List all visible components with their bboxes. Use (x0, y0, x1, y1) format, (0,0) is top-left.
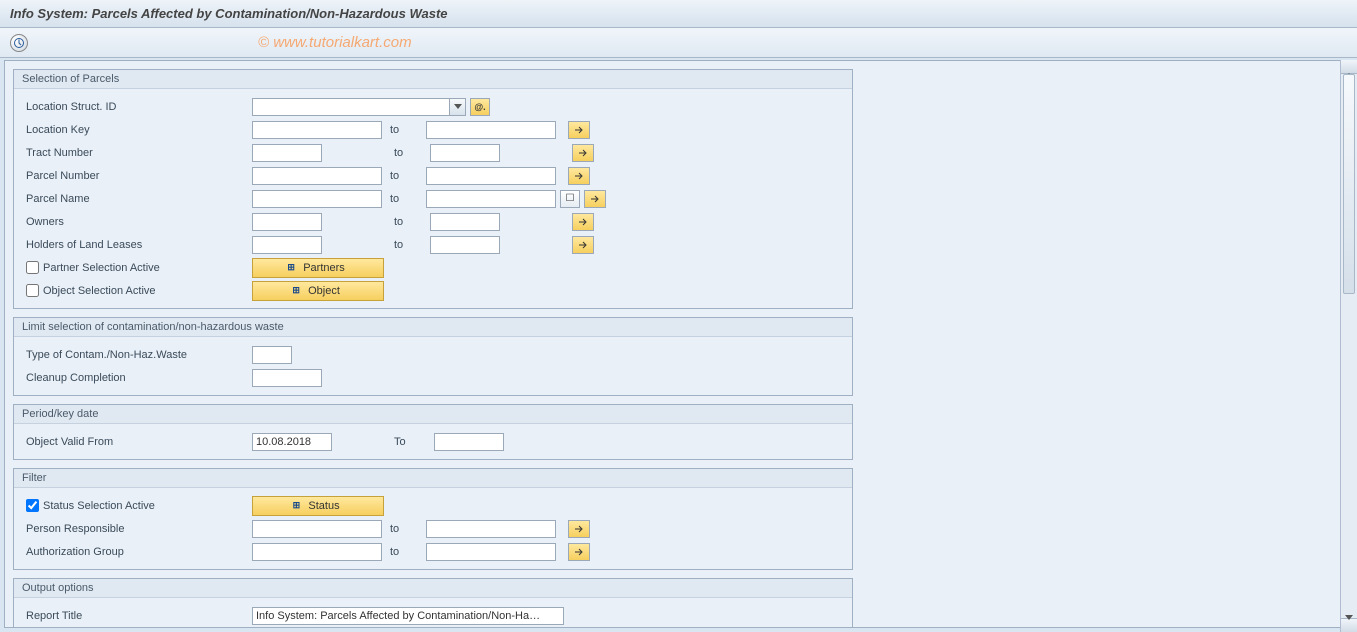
object-button-label: Object (308, 285, 340, 297)
group-title: Limit selection of contamination/non-haz… (14, 318, 852, 337)
group-title: Selection of Parcels (14, 70, 852, 89)
group-title: Filter (14, 469, 852, 488)
location-key-from[interactable] (252, 121, 382, 139)
multiple-selection-icon[interactable] (568, 520, 590, 538)
valid-from-input[interactable] (252, 433, 332, 451)
person-responsible-from[interactable] (252, 520, 382, 538)
group-title: Period/key date (14, 405, 852, 424)
group-selection-parcels: Selection of Parcels Location Struct. ID… (13, 69, 853, 309)
person-responsible-to[interactable] (426, 520, 556, 538)
multiple-selection-icon[interactable] (572, 213, 594, 231)
authorization-group-to[interactable] (426, 543, 556, 561)
authorization-group-from[interactable] (252, 543, 382, 561)
group-contamination: Limit selection of contamination/non-haz… (13, 317, 853, 396)
to-label: to (390, 239, 426, 251)
scroll-thumb[interactable] (1343, 74, 1355, 294)
valid-from-label: Object Valid From (22, 436, 252, 448)
scroll-up-icon[interactable] (1341, 60, 1357, 74)
to-label: to (386, 193, 422, 205)
tract-number-label: Tract Number (22, 147, 252, 159)
partners-button[interactable]: ⊞ Partners (252, 258, 384, 278)
multiple-selection-icon[interactable] (572, 144, 594, 162)
holders-label: Holders of Land Leases (22, 239, 252, 251)
app-toolbar: © www.tutorialkart.com (0, 28, 1357, 58)
content-scroll[interactable]: Selection of Parcels Location Struct. ID… (4, 60, 1345, 628)
watermark: © www.tutorialkart.com (258, 28, 412, 58)
value-help-icon[interactable]: ☐ (560, 190, 580, 208)
to-label: to (390, 147, 426, 159)
valid-to-input[interactable] (434, 433, 504, 451)
execute-icon[interactable] (10, 34, 28, 52)
object-button[interactable]: ⊞ Object (252, 281, 384, 301)
to-label: to (386, 170, 422, 182)
object-selection-label: Object Selection Active (43, 285, 156, 297)
location-key-to[interactable] (426, 121, 556, 139)
report-title-input[interactable] (252, 607, 564, 625)
group-period: Period/key date Object Valid From To (13, 404, 853, 460)
parcel-number-from[interactable] (252, 167, 382, 185)
contam-type-label: Type of Contam./Non-Haz.Waste (22, 349, 252, 361)
status-selection-label: Status Selection Active (43, 500, 155, 512)
title-bar: Info System: Parcels Affected by Contami… (0, 0, 1357, 28)
expand-icon: ⊞ (290, 500, 302, 512)
group-filter: Filter Status Selection Active ⊞ Status … (13, 468, 853, 570)
cleanup-input[interactable] (252, 369, 322, 387)
parcel-number-to[interactable] (426, 167, 556, 185)
cleanup-label: Cleanup Completion (22, 372, 252, 384)
to-label: to (386, 546, 422, 558)
multiple-selection-icon[interactable] (572, 236, 594, 254)
page-title: Info System: Parcels Affected by Contami… (10, 6, 448, 21)
group-title: Output options (14, 579, 852, 598)
status-selection-checkbox[interactable] (26, 499, 39, 512)
group-output: Output options Report Title (13, 578, 853, 628)
owners-to[interactable] (430, 213, 500, 231)
location-key-label: Location Key (22, 124, 252, 136)
multiple-selection-icon[interactable] (568, 121, 590, 139)
person-responsible-label: Person Responsible (22, 523, 252, 535)
status-button-label: Status (308, 500, 339, 512)
holders-to[interactable] (430, 236, 500, 254)
search-help-icon[interactable]: @. (470, 98, 490, 116)
to-label: to (390, 216, 426, 228)
parcel-name-label: Parcel Name (22, 193, 252, 205)
dropdown-icon[interactable] (449, 99, 465, 115)
multiple-selection-icon[interactable] (568, 543, 590, 561)
owners-label: Owners (22, 216, 252, 228)
expand-icon: ⊞ (285, 262, 297, 274)
object-selection-checkbox[interactable] (26, 284, 39, 297)
vertical-scrollbar[interactable] (1340, 60, 1357, 632)
partner-selection-checkbox[interactable] (26, 261, 39, 274)
scroll-down-icon[interactable] (1341, 618, 1357, 632)
multiple-selection-icon[interactable] (584, 190, 606, 208)
tract-from[interactable] (252, 144, 322, 162)
owners-from[interactable] (252, 213, 322, 231)
location-struct-id-label: Location Struct. ID (22, 101, 252, 113)
parcel-name-from[interactable] (252, 190, 382, 208)
partner-selection-label: Partner Selection Active (43, 262, 160, 274)
parcel-name-to[interactable] (426, 190, 556, 208)
tract-to[interactable] (430, 144, 500, 162)
to-label: to (386, 124, 422, 136)
authorization-group-label: Authorization Group (22, 546, 252, 558)
status-button[interactable]: ⊞ Status (252, 496, 384, 516)
location-struct-id-input[interactable] (253, 99, 449, 115)
location-struct-id-combo[interactable] (252, 98, 466, 116)
parcel-number-label: Parcel Number (22, 170, 252, 182)
to-label: To (390, 436, 430, 448)
report-title-label: Report Title (22, 610, 252, 622)
expand-icon: ⊞ (290, 285, 302, 297)
content: Selection of Parcels Location Struct. ID… (5, 61, 853, 628)
partners-button-label: Partners (303, 262, 345, 274)
multiple-selection-icon[interactable] (568, 167, 590, 185)
contam-type-input[interactable] (252, 346, 292, 364)
to-label: to (386, 523, 422, 535)
holders-from[interactable] (252, 236, 322, 254)
